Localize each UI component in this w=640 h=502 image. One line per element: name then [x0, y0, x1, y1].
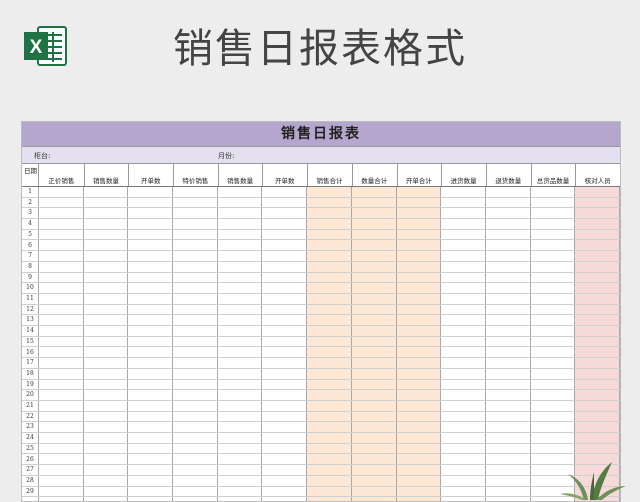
- table-row: 4: [22, 219, 620, 230]
- plant-decoration: [560, 462, 626, 500]
- column-header: 退货数量: [486, 164, 532, 186]
- table-row: 27: [22, 465, 620, 476]
- data-grid: 1 2 3 4 5 6 7 8 9 10 11 12 13 14 15 16 17 18 19 20 21 22 23 24 2…: [22, 187, 620, 501]
- row-number: 22: [26, 412, 34, 420]
- table-row: 18: [22, 369, 620, 380]
- row-number: 1: [28, 188, 32, 195]
- table-row: 26: [22, 455, 620, 466]
- table-row: 24: [22, 433, 620, 444]
- column-header: 总货品数量: [531, 164, 577, 186]
- date-header: 日期: [22, 164, 39, 186]
- table-row: 12: [22, 305, 620, 316]
- column-header: 开单合计: [397, 164, 443, 186]
- table-row: 19: [22, 380, 620, 391]
- table-row: 28: [22, 476, 620, 487]
- spreadsheet: 销售日报表 柜台: 月份: 日期 正价销售 销售数量 开单数 特价销售 销售数量 开单数销…: [21, 121, 621, 502]
- table-row: 3: [22, 208, 620, 220]
- table-row: 17: [22, 358, 620, 369]
- table-row: 22: [22, 412, 620, 423]
- row-number: 14: [26, 327, 34, 335]
- column-header: 进货数量: [441, 164, 487, 186]
- page-title: 销售日报表格式: [173, 26, 467, 72]
- table-row: 2: [22, 198, 620, 209]
- row-number: 2: [28, 198, 32, 206]
- row-number: 18: [26, 369, 34, 377]
- row-number: 3: [28, 209, 32, 217]
- table-row: 21: [22, 401, 620, 412]
- row-number: 12: [26, 305, 34, 313]
- row-number: 15: [26, 337, 34, 345]
- row-number: 21: [26, 402, 34, 409]
- table-row: 9: [22, 273, 620, 284]
- row-number: 7: [28, 252, 32, 260]
- table-row: 11: [22, 294, 620, 305]
- row-number: 6: [28, 241, 32, 249]
- table-row: 5: [22, 230, 620, 241]
- row-number: 11: [26, 295, 34, 302]
- column-header: 正价销售: [39, 164, 85, 186]
- table-row: 10: [22, 283, 620, 294]
- column-header: 销售合计: [307, 164, 353, 186]
- banner: X 销售日报表格式: [0, 0, 640, 92]
- row-number: 8: [28, 262, 32, 270]
- row-number: 19: [26, 380, 34, 388]
- column-header: 销售数量: [218, 164, 264, 186]
- table-row: 1: [22, 187, 620, 198]
- row-number: 17: [26, 359, 34, 367]
- table-row: 13: [22, 315, 620, 327]
- row-number: 9: [28, 273, 32, 281]
- row-number: 5: [28, 230, 32, 238]
- table-row: 16: [22, 348, 620, 359]
- row-number: 13: [26, 316, 34, 324]
- header-row: 日期 正价销售 销售数量 开单数 特价销售 销售数量 开单数 销售合计 数量合计 开单合计 进货数…: [22, 164, 620, 187]
- row-number: 24: [26, 434, 34, 442]
- table-row: 7: [22, 251, 620, 262]
- column-header: 开单数: [262, 164, 309, 186]
- info-row: 柜台: 月份:: [22, 147, 620, 164]
- month-label: 月份:: [218, 152, 235, 160]
- table-row: 25: [22, 444, 620, 455]
- row-number: 16: [26, 348, 34, 356]
- table-row: 14: [22, 326, 620, 337]
- row-number: 23: [26, 423, 34, 431]
- table-row: 8: [22, 262, 620, 273]
- column-header: 数量合计: [352, 164, 398, 186]
- table-row: 23: [22, 422, 620, 434]
- row-number: 26: [26, 455, 34, 463]
- row-number: 27: [26, 466, 34, 474]
- column-header: 特价销售: [173, 164, 219, 186]
- table-row: 29: [22, 487, 620, 498]
- column-header: 开单数: [128, 164, 175, 186]
- table-row: 6: [22, 241, 620, 252]
- row-number: 28: [26, 476, 34, 484]
- sheet-title: 销售日报表: [22, 122, 620, 147]
- column-header: 核对人员: [575, 164, 620, 186]
- row-number: 10: [26, 284, 34, 292]
- row-number: 25: [26, 444, 34, 452]
- table-row: 20: [22, 390, 620, 401]
- row-number: 4: [28, 220, 32, 228]
- table-row: 15: [22, 337, 620, 348]
- column-header: 销售数量: [84, 164, 130, 186]
- counter-label: 柜台:: [34, 152, 51, 160]
- row-number: 20: [26, 391, 34, 399]
- row-number: 29: [26, 487, 34, 495]
